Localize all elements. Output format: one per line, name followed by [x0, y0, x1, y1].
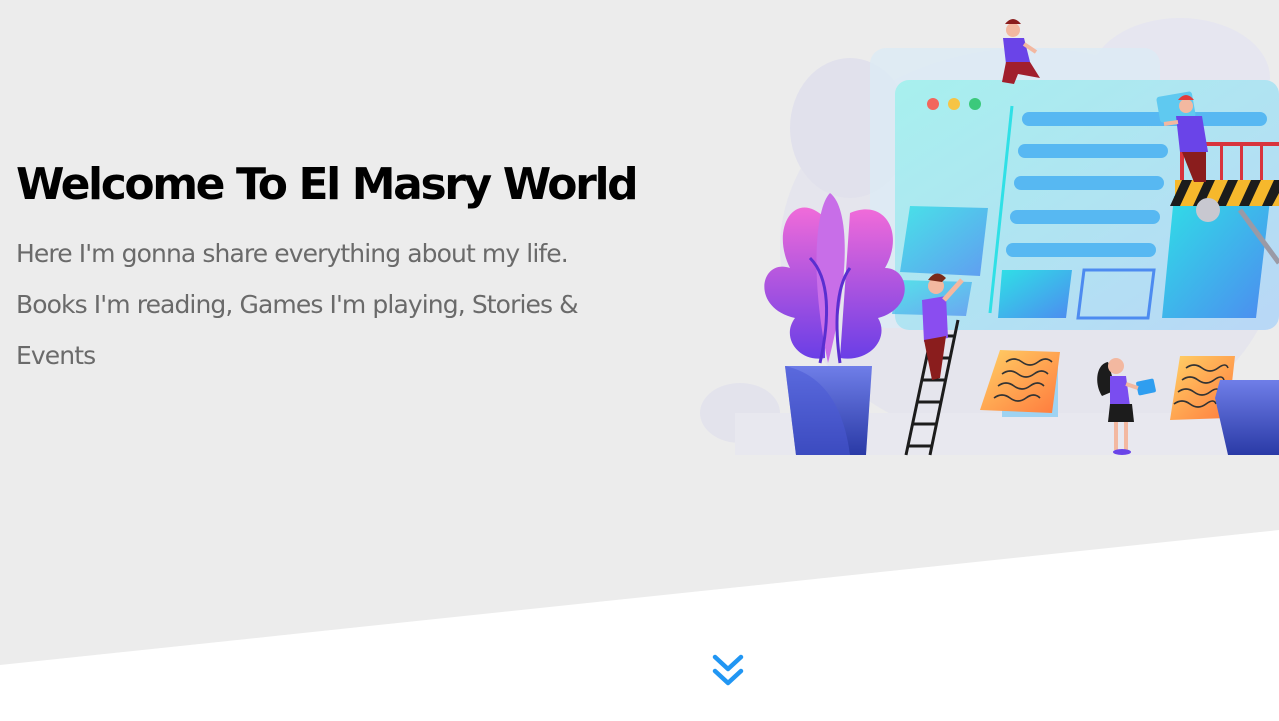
scroll-down-button[interactable] — [708, 652, 748, 692]
page-title: Welcome To El Masry World — [16, 159, 639, 210]
landing-section: Welcome To El Masry World Here I'm gonna… — [0, 0, 1279, 721]
double-chevron-down-icon — [712, 654, 744, 686]
hero-illustration — [700, 18, 1279, 456]
intro-text: Welcome To El Masry World Here I'm gonna… — [16, 156, 656, 381]
top-person-graphic — [1002, 19, 1040, 84]
page-description: Here I'm gonna share everything about my… — [16, 239, 579, 370]
